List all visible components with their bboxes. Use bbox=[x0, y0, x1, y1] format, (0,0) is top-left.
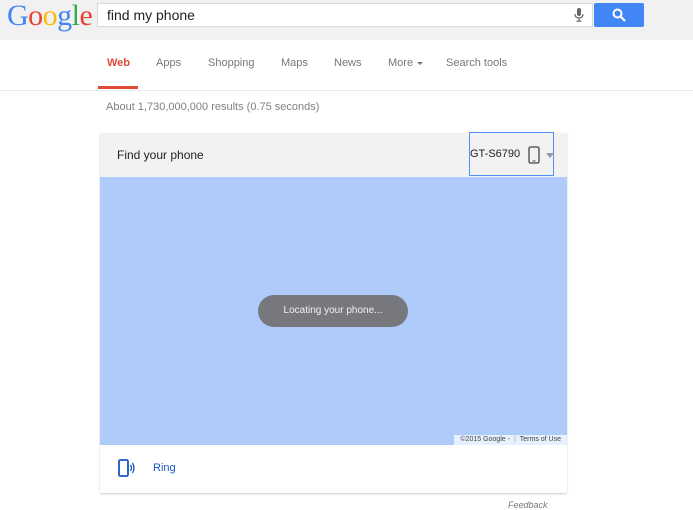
card-title: Find your phone bbox=[117, 148, 204, 162]
result-stats: About 1,730,000,000 results (0.75 second… bbox=[106, 101, 320, 113]
chevron-down-icon bbox=[417, 61, 424, 65]
logo-letter: e bbox=[79, 0, 93, 32]
map-copyright: ©2015 Google - bbox=[460, 436, 510, 443]
microphone-icon[interactable] bbox=[574, 8, 584, 22]
logo-letter: g bbox=[57, 0, 72, 32]
map-view[interactable]: Locating your phone... ©2015 Google - | Te… bbox=[100, 177, 567, 445]
tab-news[interactable]: News bbox=[334, 57, 362, 69]
locating-status: Locating your phone... bbox=[258, 295, 408, 327]
card-header: Find your phone GT-S6790 bbox=[100, 132, 567, 177]
feedback-link[interactable]: Feedback bbox=[508, 500, 548, 510]
active-tab-indicator bbox=[98, 86, 138, 89]
terms-of-use-link[interactable]: Terms of Use bbox=[520, 436, 561, 443]
logo-letter: G bbox=[7, 0, 29, 32]
tab-more-label: More bbox=[388, 57, 414, 69]
logo-letter: l bbox=[71, 0, 80, 32]
search-button[interactable] bbox=[594, 3, 644, 27]
search-icon bbox=[612, 8, 626, 22]
tab-search-tools[interactable]: Search tools bbox=[446, 57, 507, 69]
tab-more[interactable]: More bbox=[388, 57, 424, 69]
device-name: GT-S6790 bbox=[470, 148, 521, 160]
logo-letter: o bbox=[42, 0, 58, 32]
logo-letter: o bbox=[28, 0, 43, 32]
tab-shopping[interactable]: Shopping bbox=[208, 57, 255, 69]
ring-phone-icon bbox=[118, 459, 135, 477]
tab-web[interactable]: Web bbox=[107, 57, 130, 69]
ring-action[interactable]: Ring bbox=[100, 445, 567, 493]
search-query: find my phone bbox=[107, 7, 195, 23]
search-input[interactable]: find my phone bbox=[97, 3, 593, 27]
device-select[interactable]: GT-S6790 bbox=[469, 132, 554, 176]
ring-button-label: Ring bbox=[153, 462, 176, 474]
chevron-down-icon bbox=[546, 153, 554, 158]
map-attribution: ©2015 Google - | Terms of Use bbox=[454, 435, 567, 445]
tab-apps[interactable]: Apps bbox=[156, 57, 181, 69]
phone-icon bbox=[528, 146, 540, 164]
find-phone-card: Find your phone GT-S6790 Locating your p… bbox=[100, 132, 567, 493]
google-logo[interactable]: Google bbox=[7, 0, 93, 33]
search-tabs: Web Apps Shopping Maps News More Search … bbox=[0, 40, 693, 91]
tab-maps[interactable]: Maps bbox=[281, 57, 308, 69]
top-bar: Google find my phone bbox=[0, 0, 693, 40]
